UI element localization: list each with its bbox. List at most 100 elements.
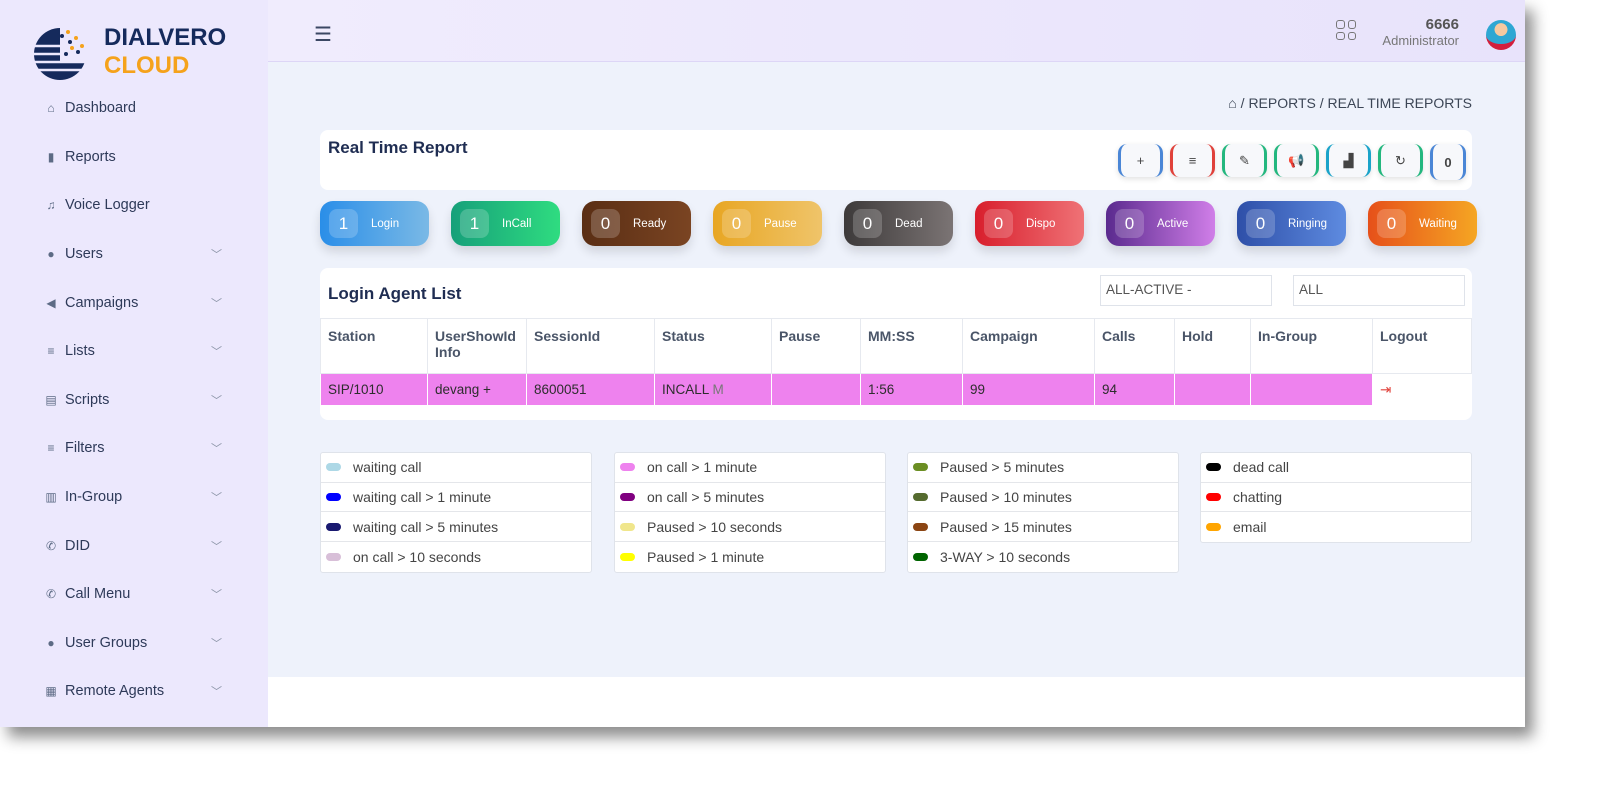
stat-card-waiting[interactable]: 0 Waiting (1368, 201, 1477, 246)
col-session: SessionId (526, 318, 655, 374)
col-campaign: Campaign (962, 318, 1095, 374)
plus-button[interactable]: + (1118, 144, 1163, 177)
stat-label: Dead (895, 217, 923, 230)
sidebar-item-label: DID (65, 537, 90, 554)
stat-card-ready[interactable]: 0 Ready (582, 201, 691, 246)
bar-chart-button[interactable]: ▟ (1326, 144, 1371, 177)
sidebar-item-filters[interactable]: ≡ Filters ﹀ (0, 424, 268, 473)
hamburger-menu-icon[interactable]: ☰ (314, 22, 332, 47)
edit-button[interactable]: ✎ (1222, 144, 1267, 177)
stat-label: Dispo (1026, 217, 1056, 230)
refresh-button[interactable]: ↻ (1378, 144, 1423, 177)
avatar[interactable] (1486, 20, 1516, 50)
music-file-icon: ♫ (46, 198, 56, 213)
cell-status: INCALL M (654, 373, 772, 406)
color-swatch (1206, 463, 1221, 472)
chevron-down-icon: ﹀ (211, 443, 222, 456)
legend-item: on call > 1 minute (615, 453, 885, 483)
brand-logo[interactable]: DIALVERO CLOUD (32, 22, 226, 82)
cell-campaign: 99 (962, 373, 1095, 406)
list-button[interactable]: ≡ (1170, 144, 1215, 177)
sidebar-item-label: Call Menu (65, 586, 131, 603)
apps-grid-icon[interactable] (1336, 20, 1356, 40)
report-header-card: Real Time Report + ≡ ✎ 📢 ▟ ↻ 0 (320, 130, 1472, 190)
stat-count: 0 (853, 209, 882, 238)
stat-count: 0 (591, 209, 620, 238)
stat-card-login[interactable]: 1 Login (320, 201, 429, 246)
stat-count: 1 (460, 209, 489, 238)
main-content: ⌂ / REPORTS / REAL TIME REPORTS Real Tim… (268, 62, 1525, 677)
stat-card-dead[interactable]: 0 Dead (844, 201, 953, 246)
stat-card-ringing[interactable]: 0 Ringing (1237, 201, 1346, 246)
legend-label: on call > 5 minutes (647, 489, 765, 506)
group-filter-select[interactable]: ALL (1293, 275, 1465, 306)
chevron-down-icon: ﹀ (211, 686, 222, 699)
color-swatch (913, 522, 928, 531)
sidebar-item-campaigns[interactable]: ◀ Campaigns ﹀ (0, 278, 268, 327)
sidebar-item-label: Campaigns (65, 294, 139, 311)
stat-card-active[interactable]: 0 Active (1106, 201, 1215, 246)
stat-count: 1 (329, 209, 358, 238)
sidebar-item-scripts[interactable]: ▤ Scripts ﹀ (0, 376, 268, 425)
stat-card-dispo[interactable]: 0 Dispo (975, 201, 1084, 246)
legend-item: Paused > 1 minute (615, 542, 885, 572)
cell-user[interactable]: devang + (427, 373, 527, 406)
app-window: DIALVERO CLOUD ⌂ Dashboard ▮ Reports ♫ Voice L… (0, 0, 1525, 727)
stat-label: Waiting (1419, 217, 1457, 230)
color-swatch (620, 552, 635, 561)
page-title: Real Time Report (328, 138, 468, 157)
legend-label: dead call (1233, 459, 1290, 476)
legend-item: Paused > 10 minutes (908, 483, 1178, 513)
cell-pause (771, 373, 861, 406)
user-info[interactable]: 6666 Administrator (1382, 16, 1459, 48)
legend-label: waiting call > 5 minutes (353, 518, 499, 535)
chevron-down-icon: ﹀ (211, 540, 222, 553)
counter-badge[interactable]: 0 (1430, 144, 1466, 180)
sidebar-item-did[interactable]: ✆ DID ﹀ (0, 521, 268, 570)
sidebar-item-users[interactable]: ● Users ﹀ (0, 230, 268, 279)
sidebar-item-reports[interactable]: ▮ Reports (0, 133, 268, 182)
sidebar-item-in-group[interactable]: ▥ In-Group ﹀ (0, 473, 268, 522)
col-calls: Calls (1094, 318, 1175, 374)
sidebar: DIALVERO CLOUD ⌂ Dashboard ▮ Reports ♫ Voice L… (0, 0, 268, 727)
stat-label: Active (1157, 217, 1189, 230)
legend-item: waiting call (321, 453, 591, 483)
stat-count: 0 (1377, 209, 1406, 238)
megaphone-button[interactable]: 📢 (1274, 144, 1319, 177)
campaign-filter-select[interactable]: ALL-ACTIVE - (1100, 275, 1272, 306)
color-swatch (326, 552, 341, 561)
sidebar-item-label: Voice Logger (65, 197, 150, 214)
status-cards: 1 Login 1 InCall 0 Ready 0 Pause 0 Dead 0 Dispo 0 Act… (320, 201, 1477, 246)
legend-label: chatting (1233, 489, 1283, 506)
color-swatch (620, 463, 635, 472)
logout-icon[interactable]: ⇥ (1372, 373, 1472, 406)
stat-card-incall[interactable]: 1 InCall (451, 201, 560, 246)
table-row: SIP/1010 devang + 8600051 INCALL M 1:56 … (320, 373, 1472, 406)
col-logout: Logout (1372, 318, 1472, 374)
sidebar-item-dashboard[interactable]: ⌂ Dashboard (0, 84, 268, 133)
agent-list-card: Login Agent List ALL-ACTIVE - ALL Statio… (320, 268, 1472, 420)
col-hold: Hold (1174, 318, 1251, 374)
sidebar-item-label: Dashboard (65, 100, 136, 117)
sidebar-item-user-groups[interactable]: ● User Groups ﹀ (0, 619, 268, 668)
status-text: INCALL (662, 382, 709, 397)
color-swatch (913, 463, 928, 472)
color-swatch (1206, 493, 1221, 502)
home-icon: ⌂ (47, 101, 55, 116)
stat-card-pause[interactable]: 0 Pause (713, 201, 822, 246)
home-icon[interactable]: ⌂ (1228, 95, 1236, 111)
cell-ingroup (1250, 373, 1373, 406)
sidebar-item-remote-agents[interactable]: ▦ Remote Agents ﹀ (0, 667, 268, 716)
cell-hold (1174, 373, 1251, 406)
breadcrumb-item[interactable]: REPORTS (1248, 95, 1315, 111)
counter-value: 0 (1444, 154, 1452, 170)
sidebar-item-call-menu[interactable]: ✆ Call Menu ﹀ (0, 570, 268, 619)
sidebar-item-label: User Groups (65, 634, 148, 651)
legend-label: on call > 1 minute (647, 459, 758, 476)
col-ingroup: In-Group (1250, 318, 1373, 374)
sidebar-item-lists[interactable]: ≡ Lists ﹀ (0, 327, 268, 376)
legend-label: waiting call > 1 minute (353, 489, 492, 506)
status-flag: M (712, 382, 724, 397)
sidebar-item-voice-logger[interactable]: ♫ Voice Logger (0, 181, 268, 230)
legend-label: Paused > 10 seconds (647, 518, 783, 535)
